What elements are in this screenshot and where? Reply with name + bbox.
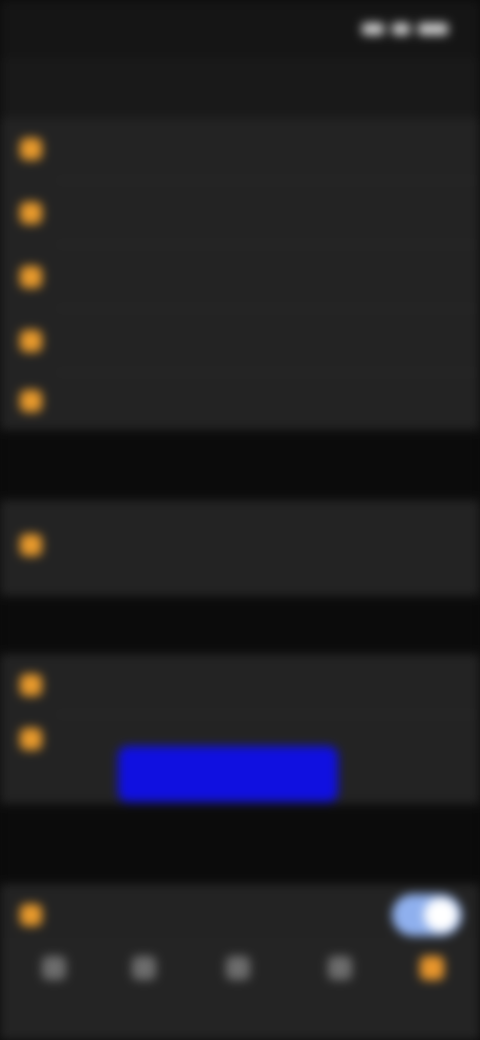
tab-item[interactable] — [198, 948, 278, 1028]
tab-icon — [328, 956, 352, 980]
settings-row[interactable] — [0, 654, 480, 714]
tab-item[interactable] — [104, 948, 184, 1028]
row-label — [56, 900, 276, 930]
row-value — [368, 532, 458, 576]
tab-icon — [42, 956, 66, 980]
tab-label — [14, 986, 94, 1004]
tab-item[interactable] — [300, 948, 380, 1028]
tab-bar — [0, 938, 480, 1040]
row-label — [56, 262, 276, 292]
row-divider — [56, 308, 480, 309]
battery-icon — [418, 23, 448, 35]
tab-icon — [420, 956, 444, 980]
row-value — [368, 388, 458, 414]
tab-label — [392, 986, 472, 1004]
row-value — [368, 672, 458, 698]
settings-icon — [20, 138, 42, 160]
settings-row[interactable] — [0, 182, 480, 242]
status-icons — [348, 18, 448, 40]
row-value — [368, 200, 458, 226]
settings-icon — [20, 534, 42, 556]
navigation-header — [0, 58, 480, 118]
settings-row[interactable] — [0, 514, 480, 574]
tab-icon — [132, 956, 156, 980]
tab-icon — [226, 956, 250, 980]
toggle-switch[interactable] — [392, 894, 462, 936]
settings-icon — [20, 266, 42, 288]
row-value — [368, 328, 458, 354]
signal-icon — [362, 23, 384, 35]
tab-item-active[interactable] — [392, 948, 472, 1028]
tab-label — [300, 986, 380, 1004]
toggle-knob — [424, 898, 458, 932]
phone-screen — [0, 0, 480, 1040]
status-time — [40, 18, 150, 40]
settings-row[interactable] — [0, 118, 480, 178]
settings-group-1 — [0, 118, 480, 430]
tab-label — [104, 986, 184, 1004]
tab-item[interactable] — [14, 948, 94, 1028]
row-label — [56, 198, 276, 228]
row-label — [56, 670, 276, 700]
settings-row[interactable] — [0, 246, 480, 306]
settings-row[interactable] — [0, 370, 480, 430]
settings-icon — [20, 390, 42, 412]
settings-icon — [20, 202, 42, 224]
settings-icon — [20, 330, 42, 352]
status-bar — [0, 0, 480, 58]
row-value — [368, 264, 458, 290]
settings-icon — [20, 674, 42, 696]
settings-group-2 — [0, 500, 480, 596]
row-label — [56, 530, 276, 560]
row-label — [56, 134, 276, 164]
settings-icon — [20, 904, 42, 926]
row-sublabel — [56, 404, 256, 426]
row-value — [368, 136, 458, 162]
back-button[interactable] — [14, 78, 94, 100]
page-title — [170, 78, 310, 102]
row-divider — [56, 180, 480, 181]
wifi-icon — [392, 23, 410, 35]
row-label — [56, 326, 276, 356]
primary-action-button[interactable] — [118, 746, 338, 802]
tab-label — [198, 986, 278, 1004]
settings-row[interactable] — [0, 310, 480, 370]
row-divider — [56, 244, 480, 245]
settings-icon — [20, 728, 42, 750]
